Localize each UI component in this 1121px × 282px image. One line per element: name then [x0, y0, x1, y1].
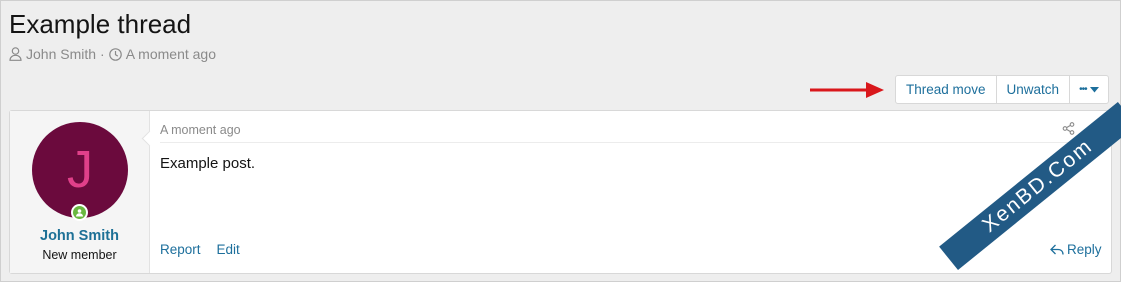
clock-icon: [108, 47, 122, 61]
thread-author-link[interactable]: John Smith: [26, 46, 96, 62]
unwatch-button[interactable]: Unwatch: [997, 76, 1071, 103]
more-options-button[interactable]: •••: [1070, 76, 1108, 103]
thread-move-button[interactable]: Thread move: [896, 76, 997, 103]
thread-meta: John Smith · A moment ago: [9, 46, 216, 62]
post-time[interactable]: A moment ago: [160, 123, 241, 137]
thread-actions: Thread move Unwatch •••: [895, 75, 1109, 104]
report-link[interactable]: Report: [160, 242, 201, 257]
post-body: Example post.: [160, 155, 256, 172]
post-username[interactable]: John Smith: [10, 228, 149, 244]
user-icon: [9, 47, 22, 61]
chevron-down-icon: [1089, 86, 1099, 92]
reply-label: Reply: [1067, 242, 1102, 257]
post-header-divider: [160, 142, 1101, 143]
meta-separator: ·: [100, 46, 105, 62]
reply-button[interactable]: Reply: [1050, 242, 1102, 257]
online-status-icon: [71, 204, 88, 221]
thread-title: Example thread: [9, 9, 192, 39]
reply-icon: [1050, 244, 1064, 255]
post-actions: Report Edit: [160, 242, 240, 257]
user-title: New member: [42, 248, 117, 262]
annotation-arrow: [810, 82, 884, 98]
edit-link[interactable]: Edit: [217, 242, 240, 257]
post-user-column: J John Smith New member: [10, 111, 150, 273]
thread-time[interactable]: A moment ago: [126, 46, 216, 62]
ellipsis-icon: •••: [1079, 84, 1087, 95]
